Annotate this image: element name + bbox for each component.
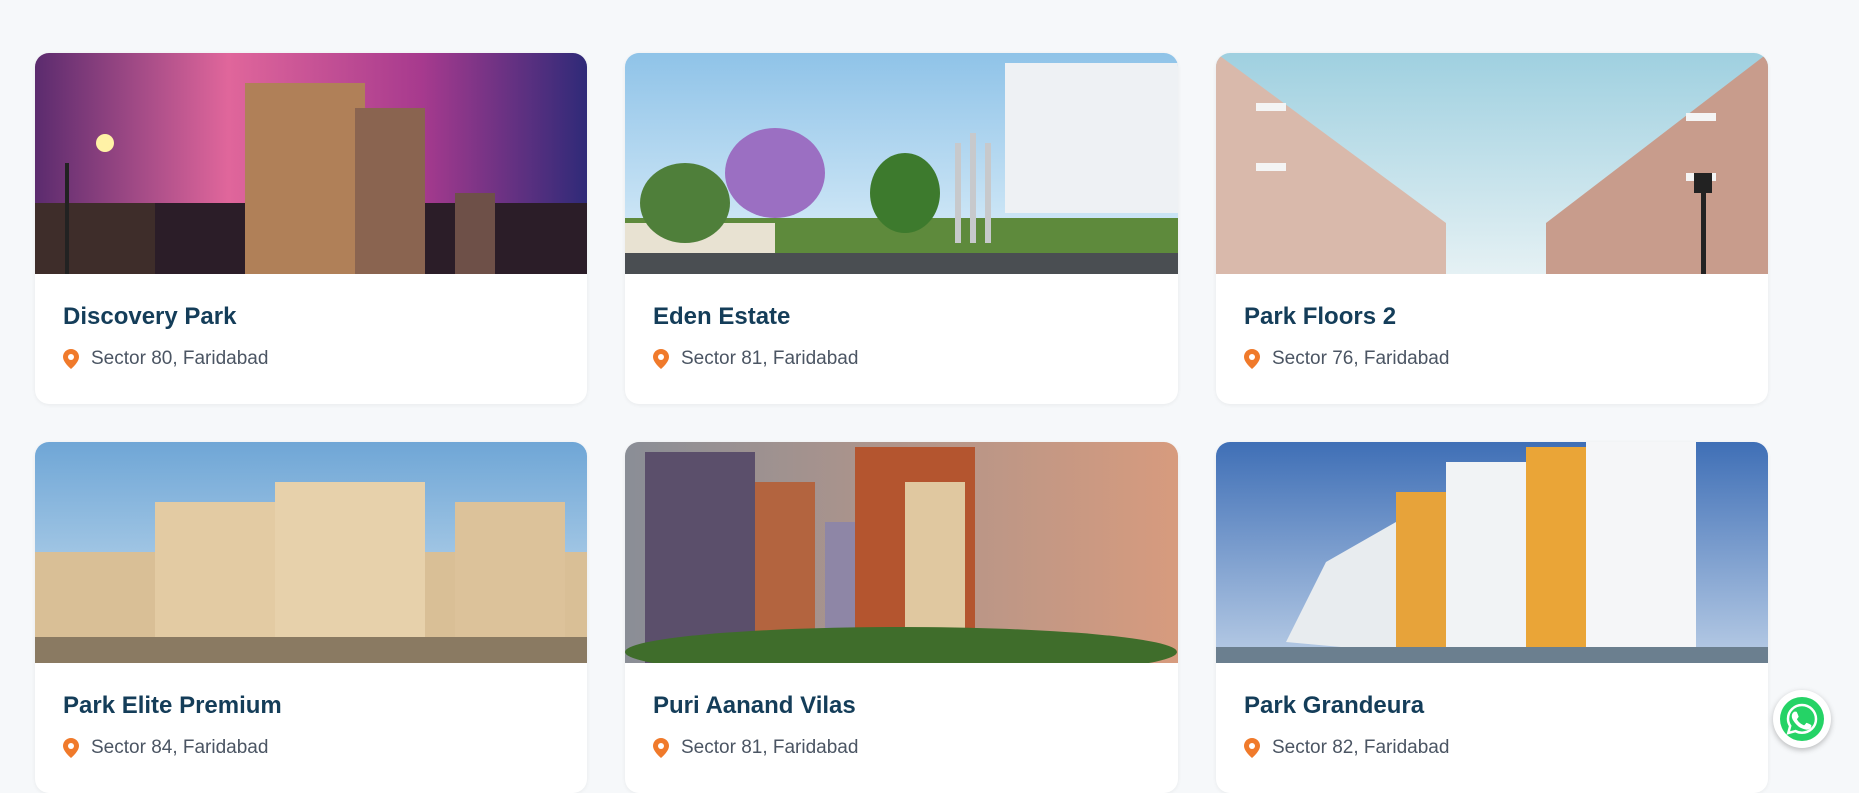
property-location: Sector 81, Faridabad — [653, 348, 1150, 370]
property-image — [1216, 53, 1768, 274]
location-text: Sector 84, Faridabad — [91, 737, 269, 758]
location-pin-icon — [1244, 349, 1260, 369]
location-pin-icon — [653, 349, 669, 369]
property-location: Sector 76, Faridabad — [1244, 348, 1740, 370]
location-text: Sector 76, Faridabad — [1272, 348, 1450, 369]
property-card[interactable]: Park Grandeura Sector 82, Faridabad — [1216, 442, 1768, 793]
property-name[interactable]: Park Grandeura — [1244, 692, 1740, 720]
whatsapp-chat-button[interactable] — [1773, 690, 1831, 748]
property-image — [625, 442, 1178, 663]
whatsapp-icon — [1780, 697, 1824, 741]
property-image — [1216, 442, 1768, 663]
property-card[interactable]: Park Elite Premium Sector 84, Faridabad — [35, 442, 587, 793]
property-location: Sector 81, Faridabad — [653, 737, 1150, 759]
property-name[interactable]: Discovery Park — [63, 303, 559, 331]
property-name[interactable]: Park Floors 2 — [1244, 303, 1740, 331]
location-text: Sector 80, Faridabad — [91, 348, 269, 369]
property-location: Sector 84, Faridabad — [63, 737, 559, 759]
property-image — [35, 53, 587, 274]
property-grid: Discovery Park Sector 80, Faridabad Eden… — [35, 53, 1768, 793]
property-card[interactable]: Eden Estate Sector 81, Faridabad — [625, 53, 1178, 404]
property-image — [625, 53, 1178, 274]
property-card[interactable]: Puri Aanand Vilas Sector 81, Faridabad — [625, 442, 1178, 793]
location-pin-icon — [63, 349, 79, 369]
property-card[interactable]: Discovery Park Sector 80, Faridabad — [35, 53, 587, 404]
property-location: Sector 82, Faridabad — [1244, 737, 1740, 759]
property-card[interactable]: Park Floors 2 Sector 76, Faridabad — [1216, 53, 1768, 404]
property-name[interactable]: Eden Estate — [653, 303, 1150, 331]
location-text: Sector 81, Faridabad — [681, 348, 859, 369]
location-text: Sector 81, Faridabad — [681, 737, 859, 758]
location-text: Sector 82, Faridabad — [1272, 737, 1450, 758]
property-name[interactable]: Puri Aanand Vilas — [653, 692, 1150, 720]
property-name[interactable]: Park Elite Premium — [63, 692, 559, 720]
location-pin-icon — [63, 738, 79, 758]
location-pin-icon — [1244, 738, 1260, 758]
property-location: Sector 80, Faridabad — [63, 348, 559, 370]
property-image — [35, 442, 587, 663]
location-pin-icon — [653, 738, 669, 758]
